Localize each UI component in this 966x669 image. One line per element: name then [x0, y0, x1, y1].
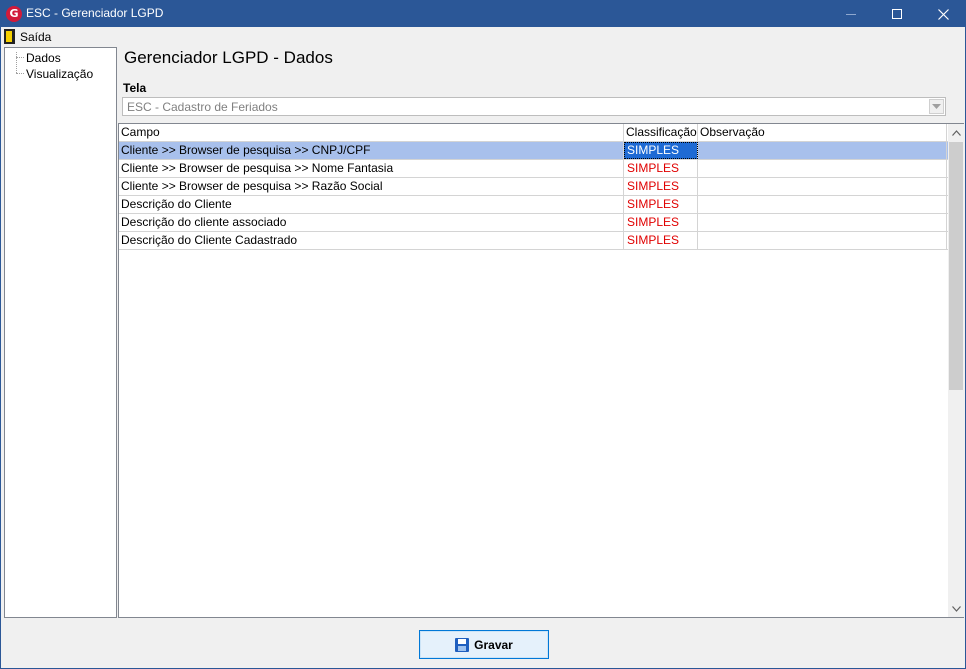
chevron-up-icon: [951, 129, 961, 136]
minimize-icon: [846, 13, 856, 15]
grid-vertical-scrollbar[interactable]: [948, 124, 964, 617]
minimize-button[interactable]: [828, 1, 874, 27]
table-row[interactable]: Descrição do Cliente Cadastrado SIMPLES: [119, 232, 948, 250]
navigation-tree: Dados Visualização: [4, 47, 117, 618]
observacao-cell[interactable]: [698, 160, 947, 177]
column-header-classificacao[interactable]: Classificação: [624, 124, 698, 142]
screen-select-dropdown-button[interactable]: [929, 99, 944, 114]
menu-bar: Saída: [1, 27, 965, 46]
observacao-cell[interactable]: [698, 142, 947, 159]
scroll-thumb[interactable]: [949, 142, 963, 390]
table-row[interactable]: Cliente >> Browser de pesquisa >> Nome F…: [119, 160, 948, 178]
classificacao-cell[interactable]: SIMPLES: [624, 196, 698, 213]
door-exit-icon: [4, 29, 15, 44]
screen-field-label: Tela: [123, 81, 147, 95]
table-row[interactable]: Descrição do Cliente SIMPLES: [119, 196, 948, 214]
tree-item-label: Visualização: [26, 67, 94, 81]
close-button[interactable]: [920, 1, 966, 27]
tree-branch: [16, 57, 24, 58]
floppy-disk-icon: [455, 637, 470, 652]
maximize-button[interactable]: [874, 1, 920, 27]
tree-item-visualizacao[interactable]: Visualização: [5, 66, 116, 81]
app-logo-icon: G: [6, 6, 22, 22]
classificacao-cell[interactable]: SIMPLES: [624, 214, 698, 231]
menu-item-exit-label: Saída: [20, 29, 52, 44]
chevron-down-icon: [932, 104, 941, 109]
table-row[interactable]: Descrição do cliente associado SIMPLES: [119, 214, 948, 232]
screen-select-value: ESC - Cadastro de Feriados: [127, 100, 278, 114]
chevron-down-icon: [951, 605, 961, 612]
classificacao-cell[interactable]: SIMPLES: [624, 142, 698, 159]
tree-item-label: Dados: [26, 51, 61, 65]
campo-cell[interactable]: Cliente >> Browser de pesquisa >> Razão …: [119, 178, 624, 195]
save-button-label: Gravar: [474, 637, 513, 652]
scroll-down-button[interactable]: [948, 600, 964, 617]
observacao-cell[interactable]: [698, 232, 947, 249]
title-bar[interactable]: G ESC - Gerenciador LGPD: [1, 1, 965, 27]
classificacao-cell[interactable]: SIMPLES: [624, 232, 698, 249]
table-row[interactable]: Cliente >> Browser de pesquisa >> CNPJ/C…: [119, 142, 948, 160]
observacao-cell[interactable]: [698, 178, 947, 195]
campo-cell[interactable]: Descrição do Cliente Cadastrado: [119, 232, 624, 249]
maximize-icon: [892, 9, 902, 19]
campo-cell[interactable]: Descrição do cliente associado: [119, 214, 624, 231]
close-icon: [937, 8, 949, 20]
fields-grid: Campo Classificação Observação Cliente >…: [118, 123, 964, 618]
page-title: Gerenciador LGPD - Dados: [124, 48, 333, 67]
save-button[interactable]: Gravar: [419, 630, 549, 659]
app-window: G ESC - Gerenciador LGPD Saída Dados Vis…: [0, 0, 966, 669]
window-title: ESC - Gerenciador LGPD: [26, 6, 164, 20]
classificacao-cell[interactable]: SIMPLES: [624, 178, 698, 195]
menu-item-exit[interactable]: Saída: [4, 28, 51, 45]
campo-cell[interactable]: Cliente >> Browser de pesquisa >> CNPJ/C…: [119, 142, 624, 159]
table-row[interactable]: Cliente >> Browser de pesquisa >> Razão …: [119, 178, 948, 196]
tree-branch: [16, 73, 24, 74]
classificacao-cell[interactable]: SIMPLES: [624, 160, 698, 177]
column-header-observacao[interactable]: Observação: [698, 124, 947, 142]
screen-select[interactable]: ESC - Cadastro de Feriados: [122, 97, 946, 116]
column-header-campo[interactable]: Campo: [119, 124, 624, 142]
grid-header: Campo Classificação Observação: [119, 124, 948, 142]
scroll-up-button[interactable]: [948, 124, 964, 141]
campo-cell[interactable]: Cliente >> Browser de pesquisa >> Nome F…: [119, 160, 624, 177]
observacao-cell[interactable]: [698, 196, 947, 213]
campo-cell[interactable]: Descrição do Cliente: [119, 196, 624, 213]
tree-item-dados[interactable]: Dados: [5, 50, 116, 65]
observacao-cell[interactable]: [698, 214, 947, 231]
